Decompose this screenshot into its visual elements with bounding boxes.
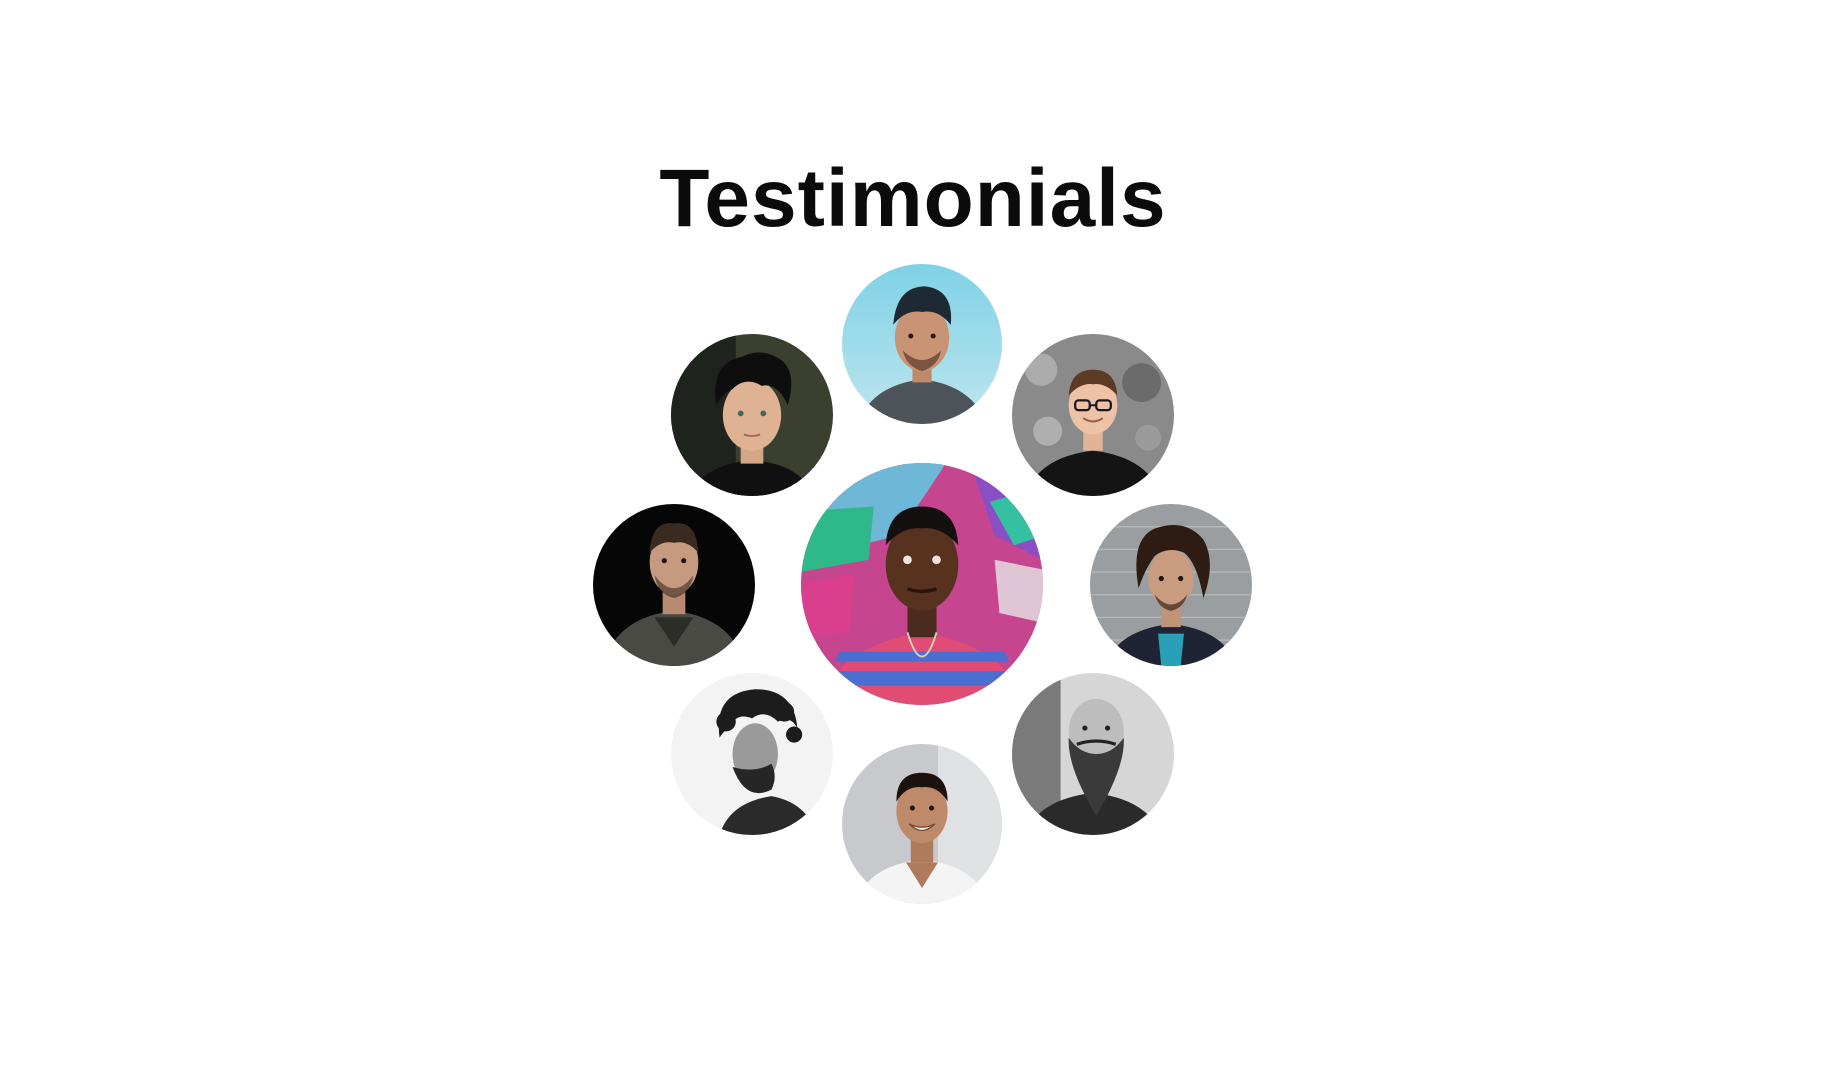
person-avatar-icon (671, 673, 833, 835)
avatar-center[interactable] (801, 463, 1043, 705)
avatar-left[interactable] (593, 504, 755, 666)
avatar-upper-left[interactable] (671, 334, 833, 496)
testimonials-section: Testimonials (0, 0, 1826, 1067)
person-avatar-icon (842, 264, 1002, 424)
person-avatar-icon (842, 744, 1002, 904)
person-avatar-icon (1012, 334, 1174, 496)
person-avatar-icon (1090, 504, 1252, 666)
avatar-bottom[interactable] (842, 744, 1002, 904)
avatar-lower-left[interactable] (671, 673, 833, 835)
person-avatar-icon (671, 334, 833, 496)
person-avatar-icon (1012, 673, 1174, 835)
avatar-top[interactable] (842, 264, 1002, 424)
avatar-lower-right[interactable] (1012, 673, 1174, 835)
avatar-upper-right[interactable] (1012, 334, 1174, 496)
person-avatar-icon (593, 504, 755, 666)
person-avatar-icon (801, 463, 1043, 705)
avatar-right[interactable] (1090, 504, 1252, 666)
section-title: Testimonials (659, 153, 1167, 244)
